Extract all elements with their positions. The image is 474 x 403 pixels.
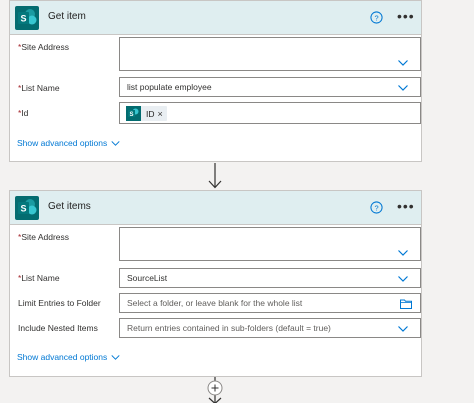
get-items-card: S Get items ? ••• *Site Address *List Na… — [9, 190, 422, 377]
card-title: Get items — [48, 201, 91, 212]
get-item-card: S Get item ? ••• *Site Address *List Nam… — [9, 0, 422, 162]
help-icon[interactable]: ? — [370, 201, 383, 214]
card-title: Get item — [48, 11, 86, 22]
include-nested-placeholder: Return entries contained in sub-folders … — [127, 323, 331, 333]
chevron-down-icon[interactable] — [398, 85, 408, 91]
limit-entries-folder-picker[interactable]: Select a folder, or leave blank for the … — [119, 293, 421, 313]
id-input[interactable]: S ID × — [119, 102, 421, 124]
list-name-value: SourceList — [127, 273, 168, 283]
more-options-icon[interactable]: ••• — [397, 7, 415, 25]
token-label: ID — [146, 108, 155, 119]
id-label: *Id — [18, 108, 29, 118]
list-name-dropdown[interactable]: SourceList — [119, 268, 421, 288]
chevron-down-icon — [111, 140, 120, 146]
sharepoint-logo-icon: S — [15, 196, 39, 220]
sharepoint-token-icon: S — [126, 106, 141, 121]
chevron-down-icon[interactable] — [398, 326, 408, 332]
more-options-icon[interactable]: ••• — [397, 197, 415, 215]
svg-text:S: S — [20, 14, 26, 24]
id-token[interactable]: S ID × — [126, 106, 167, 121]
site-address-label: *Site Address — [18, 232, 70, 242]
site-address-combobox[interactable] — [119, 227, 421, 261]
show-advanced-options-link[interactable]: Show advanced options — [17, 352, 120, 362]
chevron-down-icon[interactable] — [398, 60, 408, 66]
show-advanced-options-link[interactable]: Show advanced options — [17, 138, 120, 148]
chevron-down-icon[interactable] — [398, 276, 408, 282]
list-name-dropdown[interactable]: list populate employee — [119, 77, 421, 97]
add-step-icon[interactable] — [207, 380, 223, 396]
list-name-value: list populate employee — [127, 82, 212, 92]
help-icon[interactable]: ? — [370, 11, 383, 24]
list-name-label: *List Name — [18, 83, 60, 93]
site-address-combobox[interactable] — [119, 37, 421, 71]
connector-arrow-icon — [208, 163, 222, 189]
folder-icon[interactable] — [400, 299, 412, 309]
list-name-label: *List Name — [18, 273, 60, 283]
svg-text:S: S — [20, 204, 26, 214]
chevron-down-icon — [111, 354, 120, 360]
limit-entries-placeholder: Select a folder, or leave blank for the … — [127, 298, 303, 308]
site-address-label: *Site Address — [18, 42, 70, 52]
remove-token-icon[interactable]: × — [158, 109, 167, 119]
svg-text:?: ? — [374, 203, 378, 212]
get-item-header[interactable]: S Get item ? ••• — [10, 1, 421, 35]
include-nested-dropdown[interactable]: Return entries contained in sub-folders … — [119, 318, 421, 338]
get-items-header[interactable]: S Get items ? ••• — [10, 191, 421, 225]
svg-text:?: ? — [374, 13, 378, 22]
include-nested-label: Include Nested Items — [18, 323, 98, 333]
limit-entries-label: Limit Entries to Folder — [18, 298, 101, 308]
svg-text:S: S — [129, 112, 133, 118]
chevron-down-icon[interactable] — [398, 250, 408, 256]
sharepoint-logo-icon: S — [15, 6, 39, 30]
